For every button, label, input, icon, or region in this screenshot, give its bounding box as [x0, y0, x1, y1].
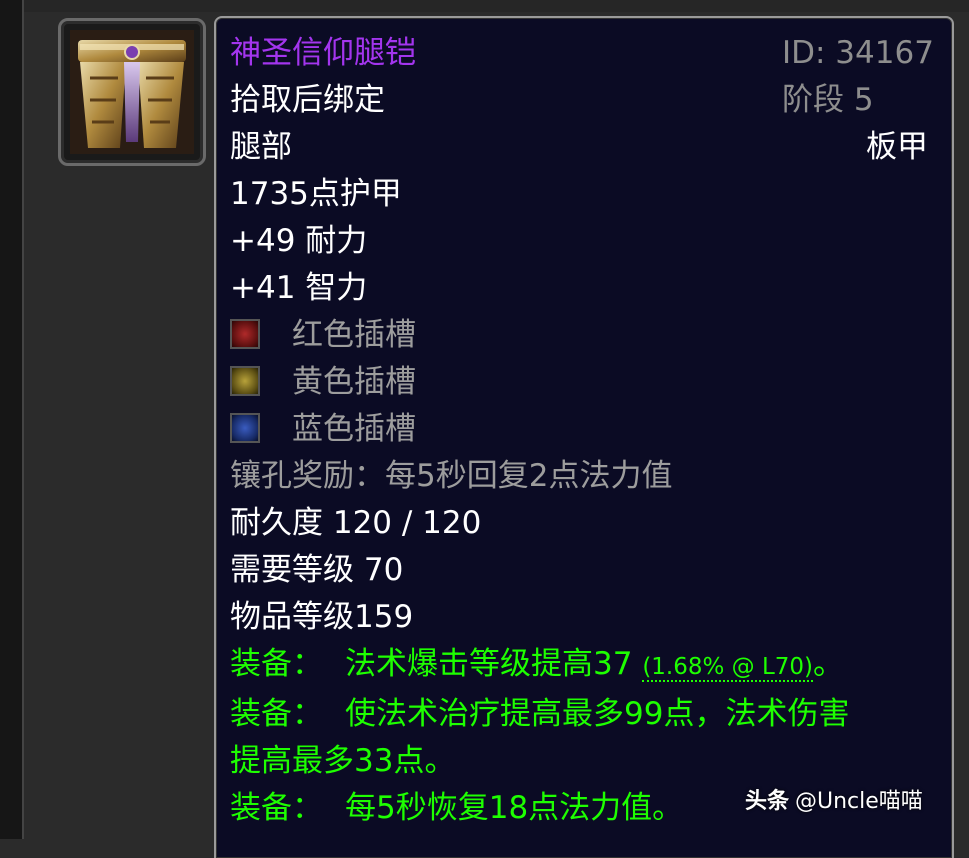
plate-legs-icon: [70, 30, 194, 154]
equip-suffix: 。: [813, 646, 845, 682]
equip-effect-mp5: 装备： 每5秒恢复18点法力值。: [230, 788, 683, 828]
equip-effect-crit: 装备： 法术爆击等级提高37 (1.68% @ L70)。: [230, 644, 844, 687]
bind-type: 拾取后绑定: [230, 82, 385, 118]
tier-label: 阶段 5: [782, 82, 874, 118]
socket-label: 黄色插槽: [292, 364, 416, 400]
equip-prefix: 装备：: [230, 696, 323, 732]
watermark: 头条 @Uncle喵喵: [745, 786, 923, 818]
armor-type: 板甲: [866, 129, 928, 165]
watermark-handle: @Uncle喵喵: [795, 789, 923, 814]
yellow-socket-icon: [230, 366, 260, 396]
socket-bonus: 镶孔奖励：每5秒回复2点法力值: [230, 458, 673, 494]
required-level: 需要等级 70: [230, 552, 404, 588]
equip-text: 使法术治疗提高最多99点，法术伤害: [345, 696, 850, 732]
left-panel-edge: [0, 0, 24, 839]
equip-prefix: 装备：: [230, 646, 323, 682]
blue-socket-icon: [230, 413, 260, 443]
durability: 耐久度 120 / 120: [230, 505, 482, 541]
equip-effect-healing-cont: 提高最多33点。: [230, 743, 456, 779]
item-icon-frame[interactable]: [58, 18, 206, 166]
watermark-brand: 头条: [745, 789, 790, 814]
crit-percent-note[interactable]: (1.68% @ L70): [642, 654, 814, 682]
socket-label: 蓝色插槽: [292, 411, 416, 447]
stat-stamina: +49 耐力: [230, 223, 368, 259]
stat-intellect: +41 智力: [230, 270, 368, 306]
item-level: 物品等级159: [230, 599, 414, 635]
equip-prefix: 装备：: [230, 790, 323, 826]
item-slot: 腿部: [230, 129, 292, 165]
armor-value: 1735点护甲: [230, 176, 402, 212]
equip-effect-healing: 装备： 使法术治疗提高最多99点，法术伤害: [230, 694, 849, 734]
item-name: 神圣信仰腿铠: [230, 35, 416, 71]
top-bar: [24, 0, 969, 12]
equip-text: 法术爆击等级提高37: [345, 646, 633, 682]
red-socket-icon: [230, 319, 260, 349]
equip-text: 每5秒恢复18点法力值。: [345, 790, 684, 826]
socket-label: 红色插槽: [292, 317, 416, 353]
item-id: ID: 34167: [782, 35, 934, 71]
